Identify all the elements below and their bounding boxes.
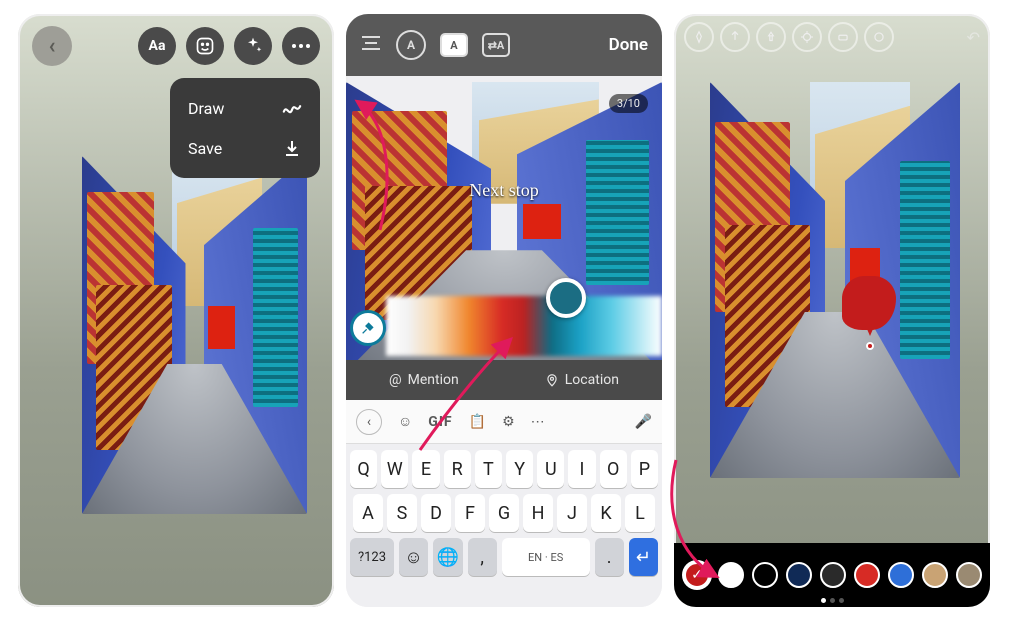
key[interactable]: Y bbox=[506, 450, 533, 488]
color-swatch[interactable] bbox=[922, 562, 948, 588]
gradient-track[interactable] bbox=[386, 296, 662, 356]
picker-handle[interactable] bbox=[546, 278, 586, 318]
drawn-balloon-pin[interactable] bbox=[842, 276, 896, 346]
page-dot[interactable] bbox=[839, 598, 844, 603]
key[interactable]: O bbox=[600, 450, 627, 488]
key-numbers[interactable]: ?123 bbox=[350, 538, 394, 576]
keyboard-toolbar: ‹ ☺ GIF 📋 ⚙ ⋯ 🎤 bbox=[346, 400, 662, 444]
text-edit-toolbar: A A ⇄A Done bbox=[346, 14, 662, 76]
kb-clipboard-icon[interactable]: 📋 bbox=[469, 414, 486, 430]
eyedropper-icon bbox=[360, 320, 376, 336]
text-bg-on-button[interactable]: A bbox=[440, 33, 468, 57]
effects-tool-button[interactable] bbox=[234, 27, 272, 65]
color-swatch[interactable] bbox=[888, 562, 914, 588]
color-swatch[interactable] bbox=[718, 562, 744, 588]
color-gradient-picker[interactable] bbox=[346, 296, 662, 356]
slide-counter: 3/10 bbox=[609, 94, 648, 113]
dropdown-save[interactable]: Save bbox=[170, 128, 320, 168]
key[interactable]: P bbox=[631, 450, 658, 488]
key[interactable]: Q bbox=[350, 450, 377, 488]
sparkle-icon bbox=[243, 36, 263, 56]
brush-eraser-icon[interactable] bbox=[828, 22, 858, 52]
done-button[interactable]: Done bbox=[609, 35, 648, 55]
draw-toolbar: ↶ bbox=[674, 22, 990, 52]
key[interactable]: S bbox=[387, 494, 417, 532]
kb-row-2: A S D F G H J K L bbox=[350, 494, 658, 532]
color-swatch[interactable] bbox=[786, 562, 812, 588]
key[interactable]: E bbox=[412, 450, 439, 488]
suggestion-row: @Mention Location bbox=[346, 360, 662, 400]
brush-marker-icon[interactable] bbox=[756, 22, 786, 52]
key[interactable]: J bbox=[557, 494, 587, 532]
key[interactable]: F bbox=[455, 494, 485, 532]
key[interactable]: G bbox=[489, 494, 519, 532]
page-dot[interactable] bbox=[830, 598, 835, 603]
squiggle-icon bbox=[282, 98, 302, 118]
key-enter[interactable]: ↵ bbox=[629, 538, 658, 576]
key-period[interactable]: . bbox=[595, 538, 624, 576]
key[interactable]: H bbox=[523, 494, 553, 532]
align-icon[interactable] bbox=[360, 35, 382, 55]
key[interactable]: W bbox=[381, 450, 408, 488]
color-swatch[interactable] bbox=[956, 562, 982, 588]
chevron-left-icon: ‹ bbox=[49, 34, 56, 59]
story-photo[interactable] bbox=[710, 82, 960, 478]
page-dots bbox=[674, 598, 990, 603]
kb-gif-button[interactable]: GIF bbox=[428, 414, 452, 430]
key[interactable]: A bbox=[353, 494, 383, 532]
story-photo[interactable] bbox=[82, 156, 307, 514]
key-comma[interactable]: , bbox=[468, 538, 497, 576]
soft-keyboard: ‹ ☺ GIF 📋 ⚙ ⋯ 🎤 Q W E R T Y bbox=[346, 400, 662, 607]
undo-button[interactable]: ↶ bbox=[967, 28, 980, 47]
key-space[interactable]: EN · ES bbox=[502, 538, 590, 576]
page-dot[interactable] bbox=[821, 598, 826, 603]
key-emoji[interactable]: ☺ bbox=[399, 538, 428, 576]
more-button[interactable] bbox=[282, 27, 320, 65]
key[interactable]: R bbox=[444, 450, 471, 488]
kb-row-1: Q W E R T Y U I O P bbox=[350, 450, 658, 488]
font-style-button[interactable]: A bbox=[396, 30, 426, 60]
key[interactable]: D bbox=[421, 494, 451, 532]
at-icon: @ bbox=[389, 372, 402, 388]
key[interactable]: U bbox=[537, 450, 564, 488]
text-animation-button[interactable]: ⇄A bbox=[482, 33, 510, 57]
brush-neon-icon[interactable] bbox=[792, 22, 822, 52]
story-text-color-picker-screen: A A ⇄A Done 3/10 Next stop bbox=[346, 14, 662, 607]
eyedropper-button[interactable] bbox=[350, 310, 386, 346]
ellipsis-icon bbox=[291, 43, 311, 49]
key[interactable]: L bbox=[625, 494, 655, 532]
location-pin-icon bbox=[545, 373, 559, 387]
more-dropdown: Draw Save bbox=[170, 78, 320, 178]
kb-row-bottom: ?123 ☺ 🌐 , EN · ES . ↵ bbox=[350, 538, 658, 576]
location-chip[interactable]: Location bbox=[545, 372, 619, 388]
back-button[interactable]: ‹ bbox=[32, 26, 72, 66]
color-swatch[interactable] bbox=[854, 562, 880, 588]
download-icon bbox=[282, 138, 302, 158]
sticker-tool-button[interactable] bbox=[186, 27, 224, 65]
color-swatch[interactable]: ✓ bbox=[684, 562, 710, 588]
kb-mic-icon[interactable]: 🎤 bbox=[635, 414, 652, 430]
story-editor-screen-more-menu: ‹ Aa Draw bbox=[18, 14, 334, 607]
kb-more-icon[interactable]: ⋯ bbox=[531, 414, 545, 430]
color-swatch[interactable] bbox=[820, 562, 846, 588]
key-globe[interactable]: 🌐 bbox=[433, 538, 462, 576]
sticker-smile-icon bbox=[195, 36, 215, 56]
kb-collapse-button[interactable]: ‹ bbox=[356, 409, 382, 435]
kb-sticker-icon[interactable]: ☺ bbox=[398, 413, 412, 430]
key[interactable]: I bbox=[568, 450, 595, 488]
mention-chip[interactable]: @Mention bbox=[389, 372, 459, 388]
brush-pen-icon[interactable] bbox=[684, 22, 714, 52]
top-toolbar: ‹ Aa bbox=[18, 26, 334, 66]
key[interactable]: K bbox=[591, 494, 621, 532]
color-swatch[interactable] bbox=[752, 562, 778, 588]
brush-chisel-icon[interactable] bbox=[864, 22, 894, 52]
key[interactable]: T bbox=[475, 450, 502, 488]
kb-settings-icon[interactable]: ⚙ bbox=[502, 414, 515, 430]
brush-arrow-icon[interactable] bbox=[720, 22, 750, 52]
story-draw-color-screen: ↶ ✓ bbox=[674, 14, 990, 607]
dropdown-draw[interactable]: Draw bbox=[170, 88, 320, 128]
story-text-overlay[interactable]: Next stop bbox=[346, 180, 662, 201]
text-tool-button[interactable]: Aa bbox=[138, 27, 176, 65]
